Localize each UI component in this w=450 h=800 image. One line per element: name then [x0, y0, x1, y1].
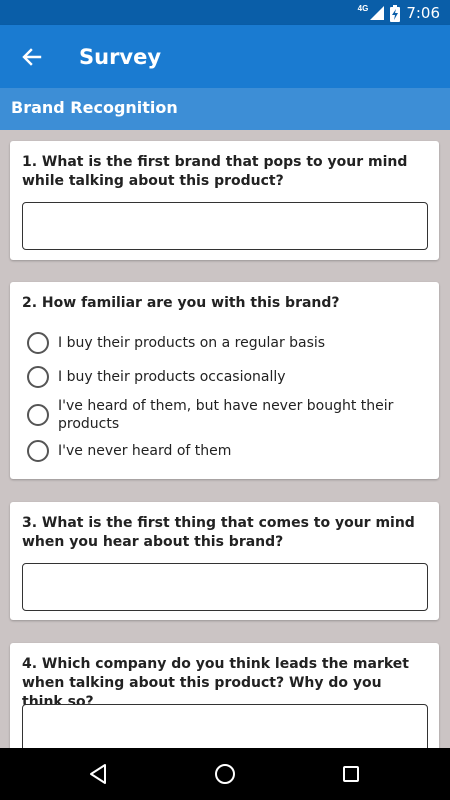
- option-label: I buy their products occasionally: [58, 369, 286, 385]
- question-card-3: 3. What is the first thing that comes to…: [10, 502, 439, 620]
- answer-input-1[interactable]: [22, 202, 428, 250]
- nav-recents-button[interactable]: [338, 761, 364, 787]
- nav-back-button[interactable]: [85, 761, 111, 787]
- question-card-2: 2. How familiar are you with this brand?…: [10, 282, 439, 479]
- answer-input-3[interactable]: [22, 563, 428, 611]
- app-bar: Survey: [0, 25, 450, 88]
- battery-charging-icon: [390, 4, 401, 22]
- clock: 7:06: [406, 4, 440, 22]
- radio-option-heard-never-bought[interactable]: I've heard of them, but have never bough…: [27, 397, 427, 433]
- question-text: 3. What is the first thing that comes to…: [22, 515, 415, 550]
- radio-button[interactable]: [27, 332, 49, 354]
- navigation-bar: [0, 748, 450, 800]
- arrow-back-icon: [22, 48, 42, 66]
- radio-option-occasionally[interactable]: I buy their products occasionally: [27, 366, 427, 388]
- option-label: I buy their products on a regular basis: [58, 335, 326, 351]
- section-header: Brand Recognition: [0, 88, 450, 130]
- signal-icon: [370, 6, 385, 20]
- page-title: Survey: [79, 45, 162, 69]
- back-triangle-icon: [90, 764, 106, 784]
- answer-input-4[interactable]: [22, 704, 428, 752]
- nav-home-button[interactable]: [212, 761, 238, 787]
- question-text: 1. What is the first brand that pops to …: [22, 154, 408, 189]
- option-label: I've heard of them, but have never bough…: [58, 398, 394, 432]
- radio-option-regular[interactable]: I buy their products on a regular basis: [27, 332, 427, 354]
- status-icons: 4G 7:06: [358, 3, 440, 23]
- radio-option-never-heard[interactable]: I've never heard of them: [27, 440, 427, 462]
- back-button[interactable]: [16, 41, 48, 73]
- recents-square-icon: [343, 766, 359, 782]
- radio-button[interactable]: [27, 440, 49, 462]
- section-title: Brand Recognition: [11, 98, 178, 117]
- option-label: I've never heard of them: [58, 443, 232, 459]
- network-type-label: 4G: [357, 3, 369, 13]
- radio-button[interactable]: [27, 404, 49, 426]
- question-card-1: 1. What is the first brand that pops to …: [10, 141, 439, 260]
- radio-button[interactable]: [27, 366, 49, 388]
- status-bar: 4G 7:06: [0, 0, 450, 25]
- home-circle-icon: [215, 764, 235, 784]
- question-text: 2. How familiar are you with this brand?: [22, 295, 340, 311]
